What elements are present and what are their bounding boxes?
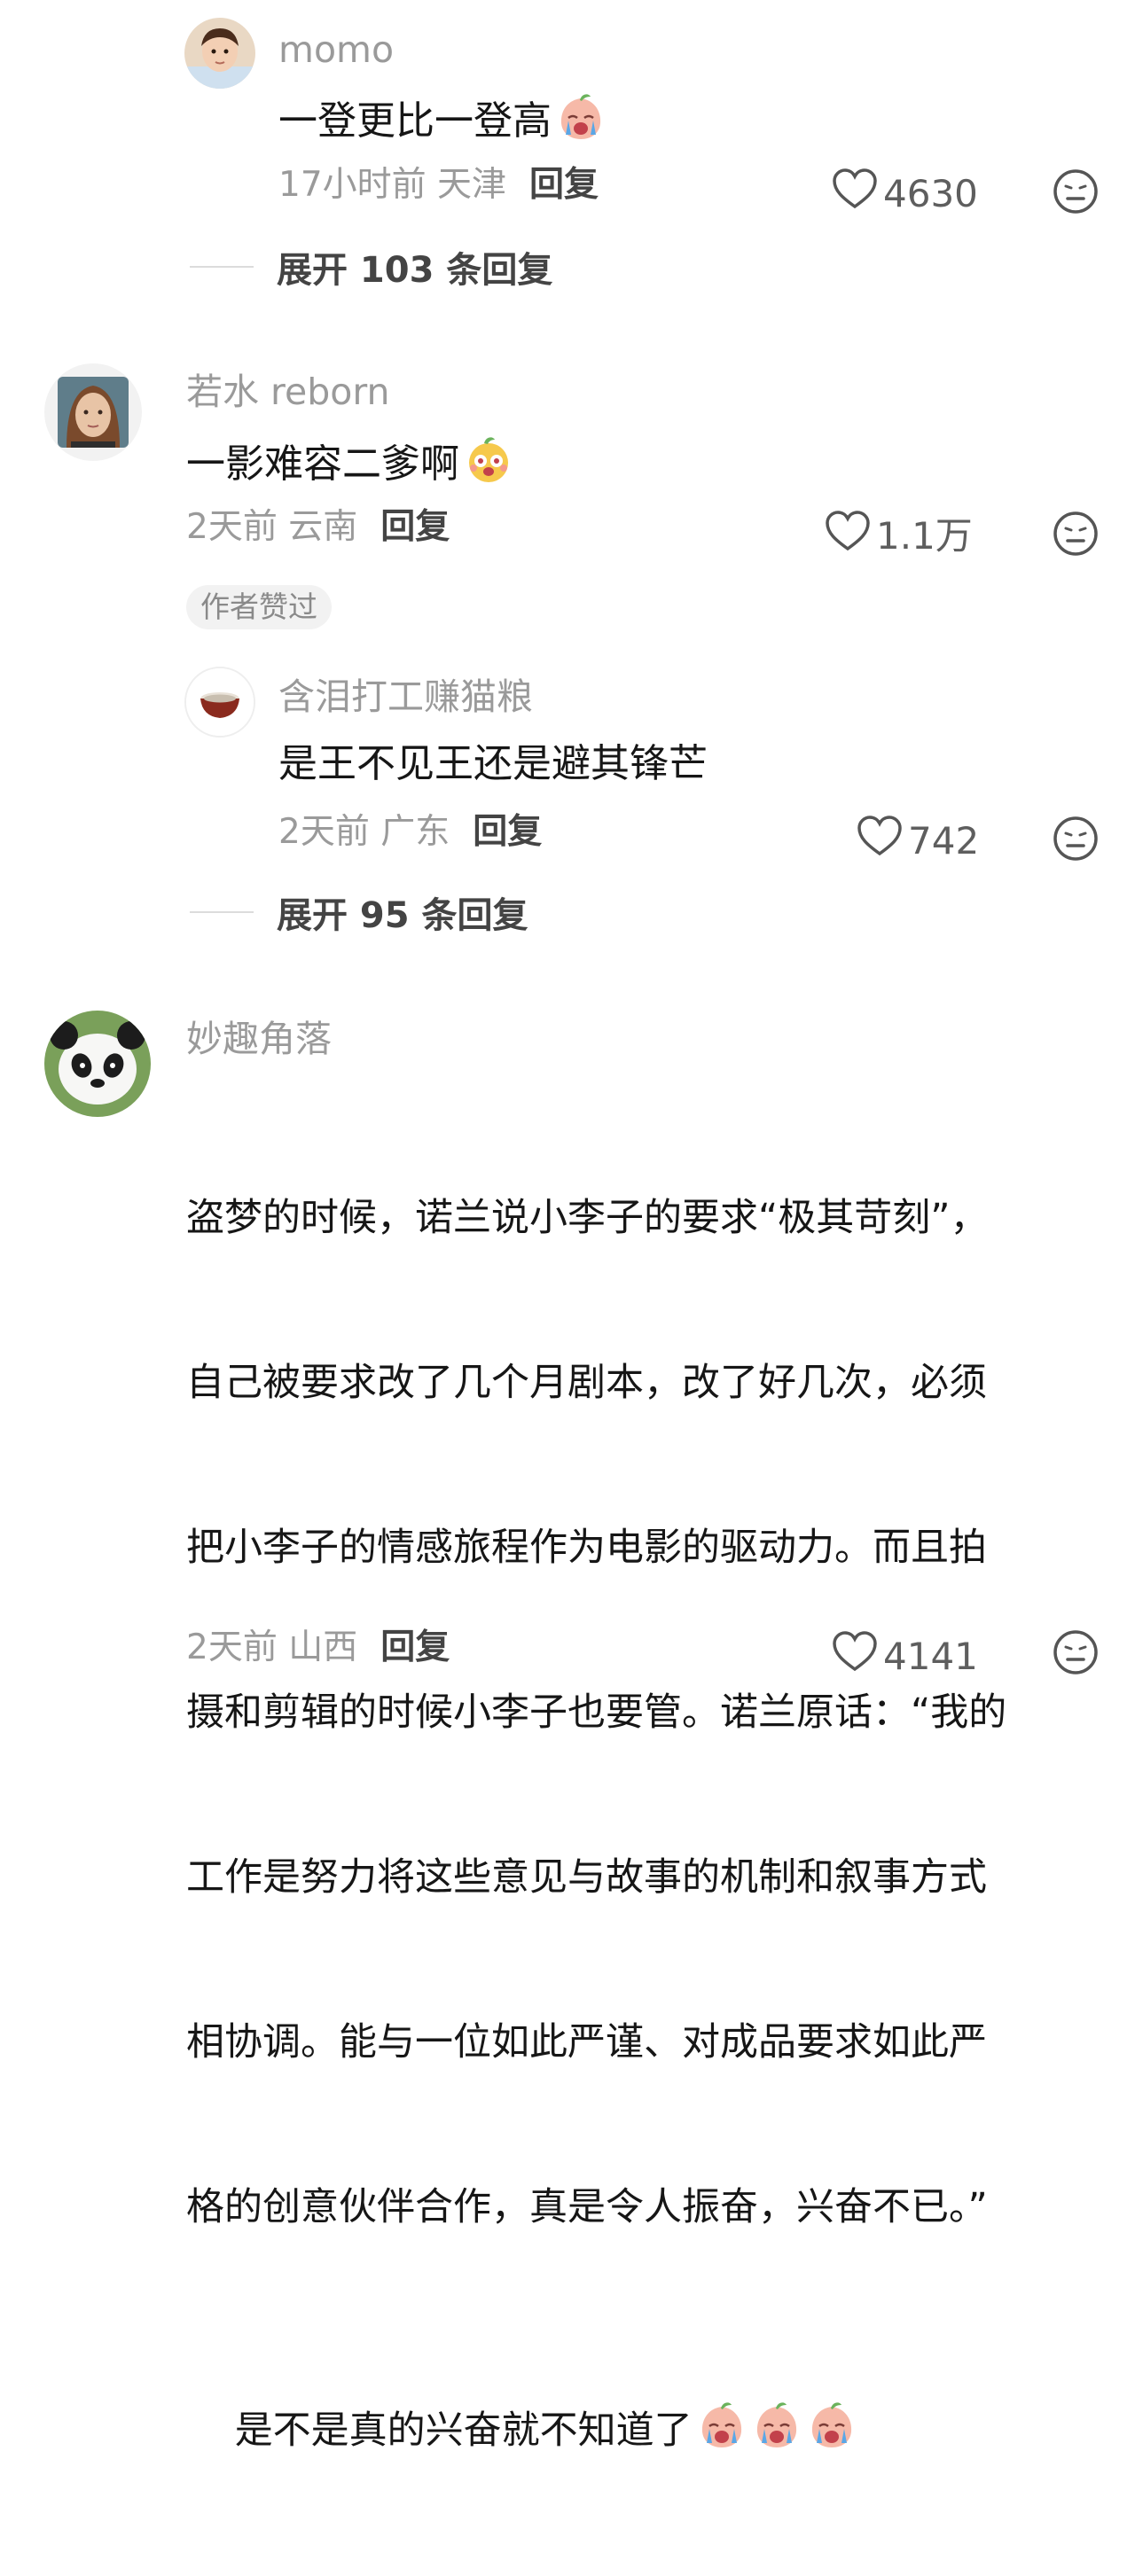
expand-replies-button[interactable]: 展开 103 条回复 — [190, 241, 552, 293]
comment-meta: 2天前 山西 回复 — [186, 1626, 450, 1670]
comment-meta: 2天前 云南 回复 — [186, 505, 450, 550]
avatar-hanlei[interactable] — [184, 667, 255, 738]
like-button[interactable]: 742 — [857, 816, 979, 866]
comment-text-content: 一登更比一登高 — [278, 98, 552, 144]
reply-button[interactable]: 回复 — [529, 165, 599, 205]
heart-outline-icon — [857, 816, 908, 866]
avatar-momo[interactable] — [184, 18, 255, 89]
like-button[interactable]: 4630 — [832, 168, 978, 219]
heart-outline-icon — [832, 168, 883, 219]
comment-line-last: 是不是真的兴奋就不知道了 — [186, 2345, 1100, 2521]
heart-outline-icon — [825, 511, 876, 561]
reply-button[interactable]: 回复 — [380, 507, 450, 547]
dislike-button[interactable] — [1053, 168, 1099, 218]
time-location: 2天前 云南 — [186, 507, 358, 547]
expand-replies-button[interactable]: 展开 95 条回复 — [190, 886, 528, 938]
time-location: 17小时前 天津 — [278, 165, 507, 205]
meh-face-icon — [1053, 169, 1099, 218]
comment-line: 相协调。能与一位如此严谨、对成品要求如此严 — [186, 2020, 987, 2065]
heart-outline-icon — [832, 1631, 883, 1682]
comment-meta: 2天前 广东 回复 — [278, 810, 542, 855]
divider — [190, 266, 254, 268]
author-liked-badge: 作者赞过 — [186, 585, 332, 629]
comment-line: 是不是真的兴奋就不知道了 — [234, 2408, 693, 2453]
time-location: 2天前 广东 — [278, 812, 450, 852]
divider — [190, 911, 254, 913]
like-count: 1.1万 — [876, 513, 973, 558]
username[interactable]: 若水 reborn — [186, 367, 389, 417]
expand-replies-label: 展开 95 条回复 — [277, 895, 528, 936]
comment-line: 工作是努力将这些意见与故事的机制和叙事方式 — [186, 1855, 987, 1900]
reply-button[interactable]: 回复 — [473, 812, 542, 852]
comment-text: 一影难容二爹啊 — [186, 434, 514, 498]
dislike-button[interactable] — [1053, 511, 1099, 560]
crying-peach-emoji — [696, 2400, 748, 2466]
time-location: 2天前 山西 — [186, 1628, 358, 1667]
crying-peach-emoji — [806, 2400, 857, 2466]
comment-line: 摄和剪辑的时候小李子也要管。诺兰原话：“我的 — [186, 1690, 1007, 1735]
like-button[interactable]: 4141 — [832, 1631, 978, 1682]
dislike-button[interactable] — [1053, 816, 1099, 865]
comment-text: 盗梦的时候，诺兰说小李子的要求“极其苛刻”， 自己被要求改了几个月剧本，改了好几… — [186, 1081, 1100, 2576]
dislike-button[interactable] — [1053, 1629, 1099, 1679]
like-count: 4630 — [883, 171, 978, 215]
comment-text: 是王不见王还是避其锋芒 — [278, 741, 708, 786]
like-count: 4141 — [883, 1634, 978, 1678]
username[interactable]: 妙趣角落 — [186, 1014, 332, 1064]
expand-replies-label: 展开 103 条回复 — [277, 250, 553, 291]
username[interactable]: momo — [278, 25, 394, 74]
comment-text-content: 一影难容二爹啊 — [186, 441, 459, 487]
comment-text: 一登更比一登高 — [278, 91, 607, 155]
crying-peach-emoji — [751, 2400, 802, 2466]
cheering-bear-emoji — [463, 434, 514, 498]
avatar-ruoshui[interactable] — [44, 363, 142, 461]
comment-line: 把小李子的情感旅程作为电影的驱动力。而且拍 — [186, 1526, 987, 1570]
comment-meta: 17小时前 天津 回复 — [278, 163, 599, 207]
meh-face-icon — [1053, 816, 1099, 865]
meh-face-icon — [1053, 1630, 1099, 1679]
username[interactable]: 含泪打工赚猫粮 — [278, 672, 533, 722]
like-button[interactable]: 1.1万 — [825, 511, 973, 561]
comment-line: 盗梦的时候，诺兰说小李子的要求“极其苛刻”， — [186, 1196, 989, 1240]
reply-button[interactable]: 回复 — [380, 1628, 450, 1667]
meh-face-icon — [1053, 511, 1099, 560]
comment-line: 自己被要求改了几个月剧本，改了好几次，必须 — [186, 1361, 987, 1405]
like-count: 742 — [908, 818, 980, 863]
comment-line: 格的创意伙伴合作，真是令人振奋，兴奋不已。” — [186, 2185, 988, 2229]
avatar-miaoqu[interactable] — [44, 1011, 151, 1117]
crying-peach-emoji — [555, 91, 607, 155]
